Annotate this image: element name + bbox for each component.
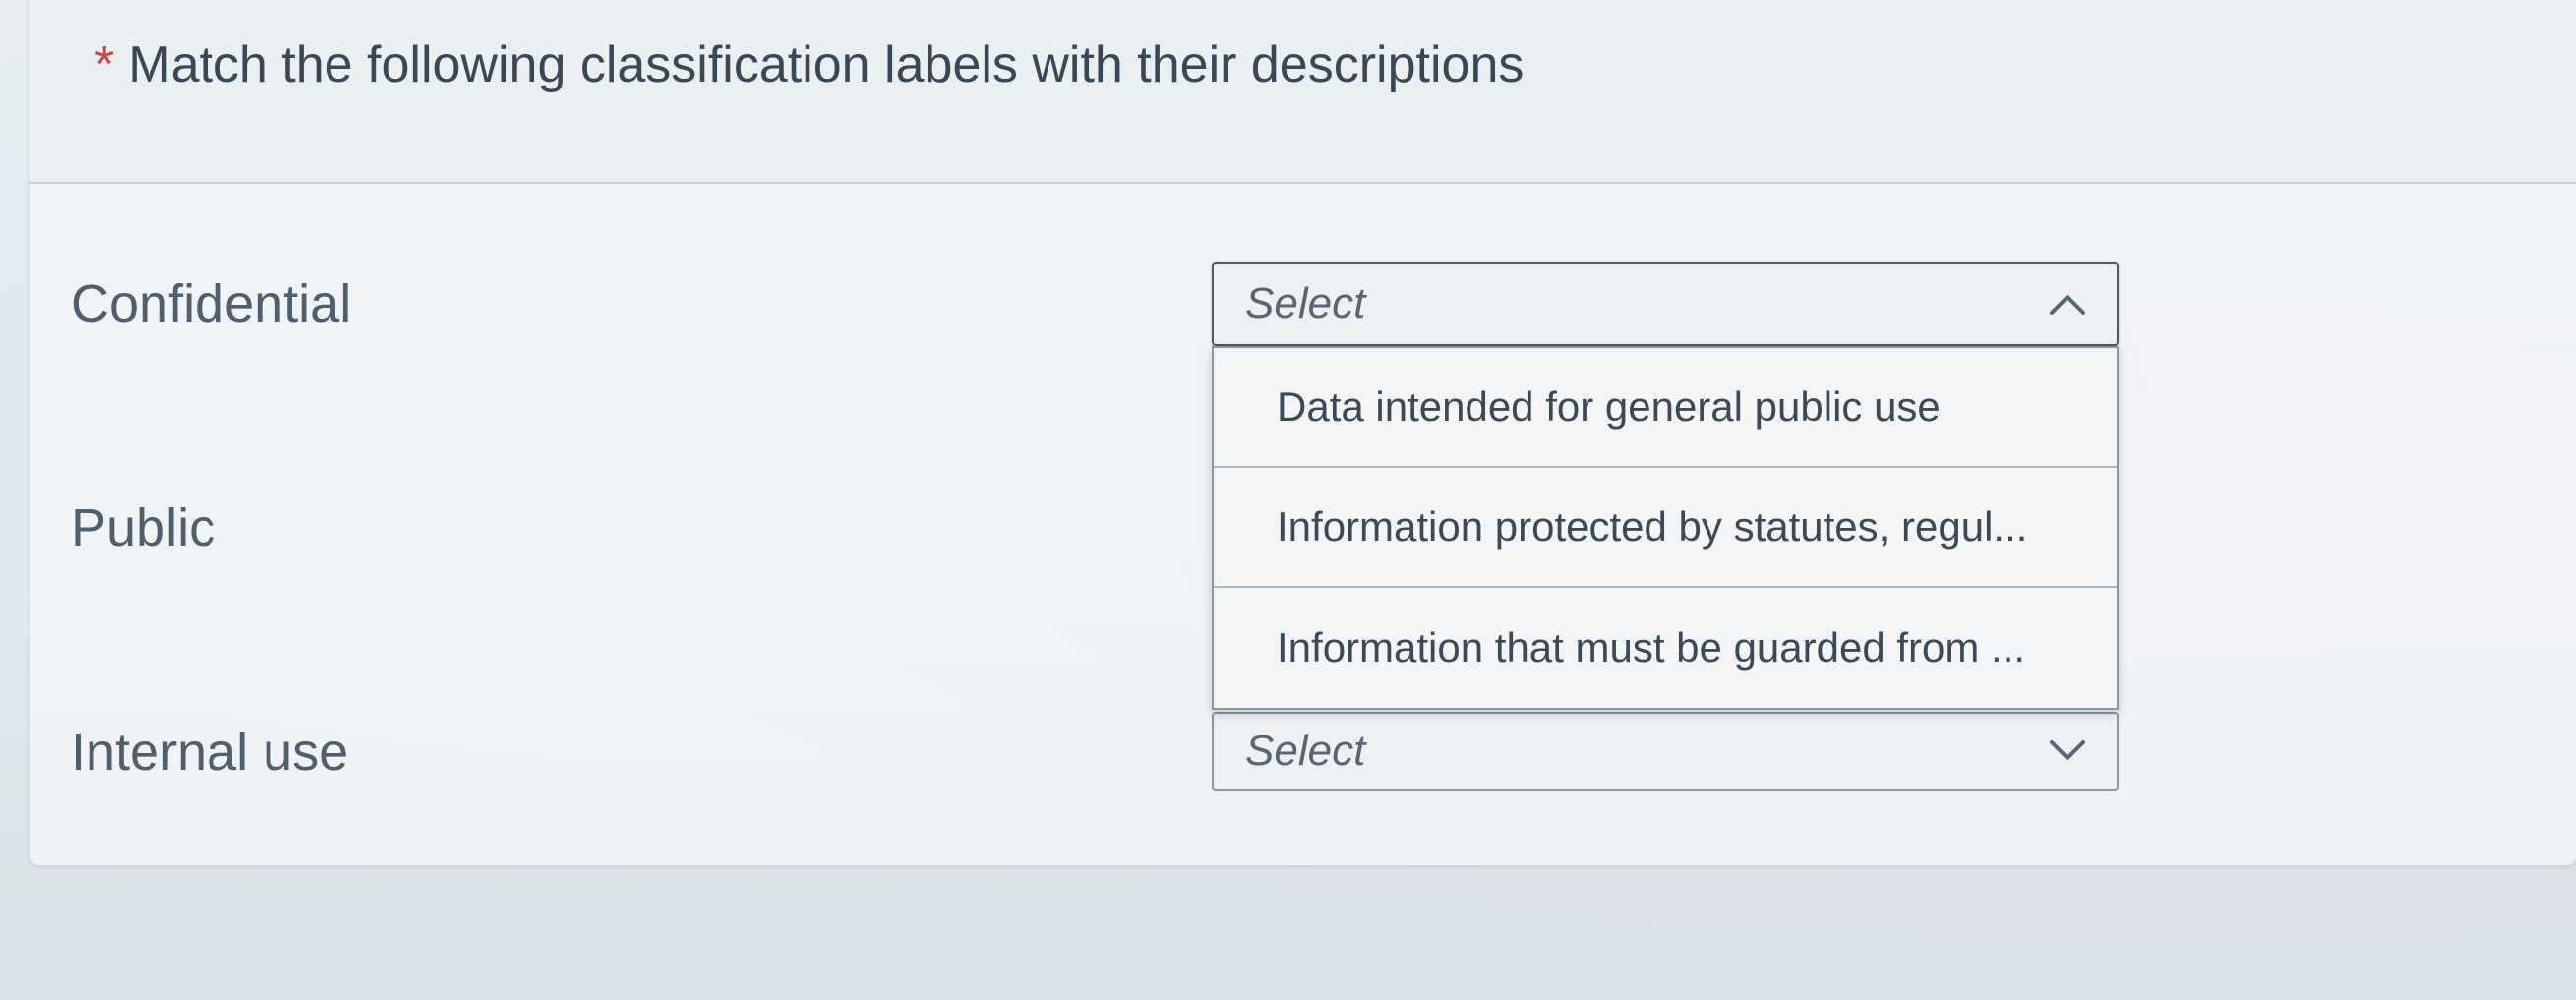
select-value: Select <box>1245 279 1366 327</box>
select-value: Select <box>1245 727 1366 775</box>
required-marker: * <box>94 36 115 93</box>
dropdown-option[interactable]: Data intended for general public use <box>1214 348 2117 468</box>
select-confidential[interactable]: Select <box>1212 262 2119 346</box>
dropdown-option[interactable]: Information that must be guarded from ..… <box>1214 588 2117 708</box>
row-label-internal-use: Internal use <box>71 723 349 782</box>
question-header: * Match the following classification labe… <box>30 0 2576 184</box>
chevron-up-icon <box>2050 295 2085 315</box>
dropdown-list: Data intended for general public use Inf… <box>1212 346 2119 710</box>
select-internal-use[interactable]: Select <box>1212 712 2119 791</box>
chevron-down-icon <box>2050 740 2085 760</box>
row-label-confidential: Confidential <box>71 274 352 333</box>
question-title: * Match the following classification labe… <box>94 35 1524 94</box>
dropdown-option[interactable]: Information protected by statutes, regul… <box>1214 468 2117 588</box>
question-text: Match the following classification label… <box>128 36 1525 93</box>
row-label-public: Public <box>71 499 216 558</box>
